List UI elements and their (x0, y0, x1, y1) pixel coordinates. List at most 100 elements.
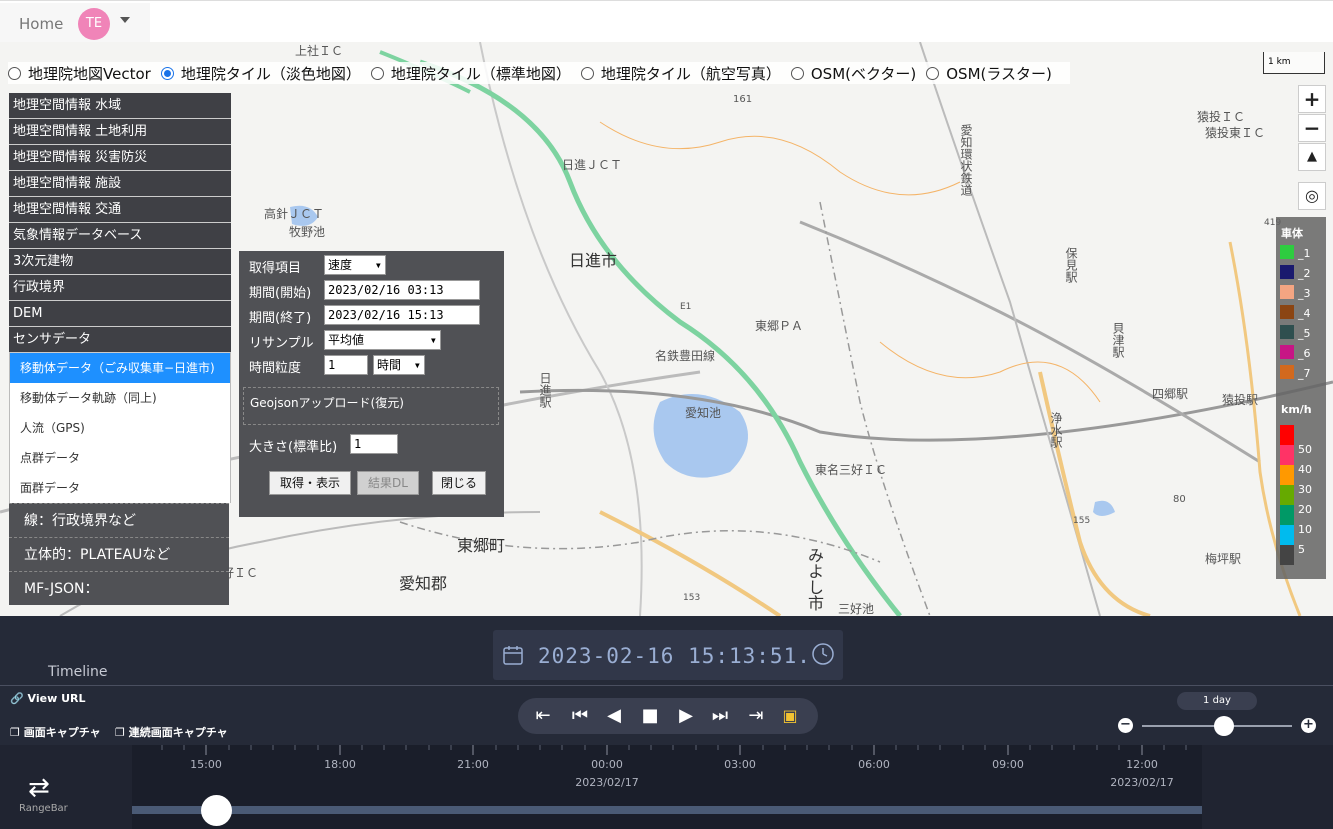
play-settings-icon[interactable]: ▣ (778, 704, 802, 728)
home-link[interactable]: Home (19, 15, 63, 33)
menu-item-dem[interactable]: DEM (9, 301, 231, 327)
play-reverse-icon[interactable]: ◀ (602, 704, 626, 728)
menu-item-disaster[interactable]: 地理空間情報 災害防災 (9, 145, 231, 171)
granularity-label: 時間粒度 (249, 361, 302, 376)
geojson-upload[interactable]: Geojsonアップロード(復元) (243, 387, 499, 425)
menu-item-sensor[interactable]: センサデータ (9, 327, 231, 353)
chevron-down-icon[interactable] (120, 17, 130, 23)
submenu-item-trajectory[interactable]: 移動体データ軌跡（同上) (10, 383, 230, 413)
map-view[interactable]: 上社ＩＣ 日進ＪＣＴ 高針ＪＣＴ 牧野池 日進市 東郷ＰＡ 名鉄豊田線 日進駅 … (0, 42, 1333, 616)
clock-icon[interactable] (811, 642, 835, 666)
submenu-item-surfaces[interactable]: 面群データ (10, 473, 230, 503)
radio-button[interactable] (790, 66, 804, 80)
menu-item-traffic[interactable]: 地理空間情報 交通 (9, 197, 231, 223)
layer-option[interactable]: 地理院タイル（淡色地図） (160, 63, 361, 84)
tick-date: 2023/02/17 (575, 776, 639, 789)
legend-swatch (1280, 245, 1294, 259)
ruler-ticks (161, 745, 1187, 755)
map-label: 日進市 (569, 251, 618, 270)
menu-item-lines[interactable]: 線：行政境界など (9, 503, 229, 537)
layer-option[interactable]: OSM(ラスター) (926, 63, 1052, 84)
scale-bar: 1 km (1263, 52, 1325, 74)
menu-item-plateau[interactable]: 立体的：PLATEAUなど (9, 537, 229, 571)
legend-label: 40 (1298, 463, 1312, 476)
capture-seq-button[interactable]: ❐ 連続画面キャプチャ (115, 724, 228, 740)
layer-option[interactable]: 地理院タイル（標準地図） (370, 63, 571, 84)
layer-label: 地理院タイル（航空写真） (600, 64, 781, 83)
radio-button[interactable] (926, 66, 940, 80)
view-url-link[interactable]: 🔗 View URL (10, 692, 86, 705)
range-handle[interactable] (201, 795, 232, 826)
playback-controls: ⇤ ⏮ ◀ ■ ▶ ⏭ ⇥ ▣ (518, 698, 818, 734)
range-track[interactable] (132, 806, 1202, 814)
size-label: 大きさ(標準比) (249, 440, 338, 455)
step-back-icon[interactable]: ⏮ (568, 704, 592, 728)
stop-icon[interactable]: ■ (638, 704, 662, 728)
end-datetime-input[interactable]: 2023/02/16 15:13 (324, 305, 480, 325)
layer-option[interactable]: OSM(ベクター) (790, 63, 916, 84)
fetch-button[interactable]: 取得・表示 (269, 471, 351, 495)
menu-item-mfjson[interactable]: MF-JSON： (9, 571, 229, 605)
layer-option[interactable]: 地理院地図Vector (8, 63, 151, 84)
menu-item-3d-buildings[interactable]: 3次元建物 (9, 249, 231, 275)
granularity-unit-select[interactable]: 時間 (373, 355, 425, 375)
tick-time: 12:00 (1126, 758, 1158, 771)
menu-item-landuse[interactable]: 地理空間情報 土地利用 (9, 119, 231, 145)
jump-end-icon[interactable]: ⇥ (744, 704, 768, 728)
radio-button[interactable] (160, 66, 174, 80)
layer-option[interactable]: 地理院タイル（航空写真） (580, 63, 781, 84)
jump-start-icon[interactable]: ⇤ (531, 704, 555, 728)
menu-item-facilities[interactable]: 地理空間情報 施設 (9, 171, 231, 197)
download-button[interactable]: 結果DL (357, 471, 419, 495)
locate-icon[interactable]: ◎ (1298, 182, 1326, 210)
zoom-out-timeline-button[interactable]: − (1118, 718, 1133, 733)
tick-time: 09:00 (992, 758, 1024, 771)
submenu-item-moving[interactable]: 移動体データ（ごみ収集車−日進市) (10, 353, 230, 383)
legend-swatch (1280, 305, 1294, 319)
time-ruler[interactable]: 15:00 18:00 21:00 00:00 2023/02/17 03:00… (132, 745, 1202, 829)
capture-button[interactable]: ❐ 画面キャプチャ (10, 724, 101, 740)
avatar[interactable]: TE (78, 8, 110, 40)
legend-label: 20 (1298, 503, 1312, 516)
map-label: 猿投東ＩＣ (1205, 126, 1266, 140)
start-datetime-input[interactable]: 2023/02/16 03:13 (324, 280, 480, 300)
radio-button[interactable] (8, 66, 21, 80)
menu-item-water[interactable]: 地理空間情報 水域 (9, 93, 231, 119)
map-label: 愛知環状鉄道 (959, 124, 973, 196)
zoom-out-button[interactable]: − (1298, 114, 1326, 142)
size-input[interactable]: 1 (350, 434, 398, 454)
legend-label: 50 (1298, 443, 1312, 456)
calendar-icon[interactable] (502, 644, 524, 666)
submenu-item-people[interactable]: 人流（GPS) (10, 413, 230, 443)
scale-label: 1 km (1268, 57, 1291, 67)
item-label: 取得項目 (249, 261, 302, 276)
swap-icon[interactable]: ⇄ (28, 773, 50, 803)
compass-button[interactable]: ▲ (1298, 143, 1326, 171)
submenu-item-points[interactable]: 点群データ (10, 443, 230, 473)
granularity-input[interactable]: 1 (324, 355, 368, 375)
radio-button[interactable] (370, 66, 384, 80)
legend-label: _2 (1298, 267, 1311, 280)
menu-item-boundary[interactable]: 行政境界 (9, 275, 231, 301)
radio-button[interactable] (580, 66, 594, 80)
home-tab[interactable]: Home TE (0, 3, 150, 43)
basemap-selector: 地理院地図Vector 地理院タイル（淡色地図） 地理院タイル（標準地図） 地理… (8, 62, 1070, 84)
map-label: 東名三好ＩＣ (815, 463, 888, 477)
timeline-zoom-handle[interactable] (1214, 716, 1234, 736)
zoom-in-button[interactable]: + (1298, 85, 1326, 113)
menu-item-weather[interactable]: 気象情報データベース (9, 223, 231, 249)
map-label: 三好池 (838, 602, 875, 616)
legend-title-speed: km/h (1281, 403, 1312, 416)
play-icon[interactable]: ▶ (674, 704, 698, 728)
close-button[interactable]: 閉じる (432, 471, 486, 495)
map-label: 名鉄豊田線 (655, 349, 716, 363)
legend-swatch (1280, 465, 1294, 485)
legend-swatch (1280, 485, 1294, 505)
zoom-in-timeline-button[interactable]: + (1301, 718, 1316, 733)
item-select[interactable]: 速度 (324, 255, 386, 275)
step-forward-icon[interactable]: ⏭ (708, 704, 732, 728)
resample-select[interactable]: 平均値 (324, 330, 441, 350)
legend-swatch (1280, 325, 1294, 339)
tick-time: 03:00 (724, 758, 756, 771)
end-label: 期間(終了) (249, 311, 312, 326)
